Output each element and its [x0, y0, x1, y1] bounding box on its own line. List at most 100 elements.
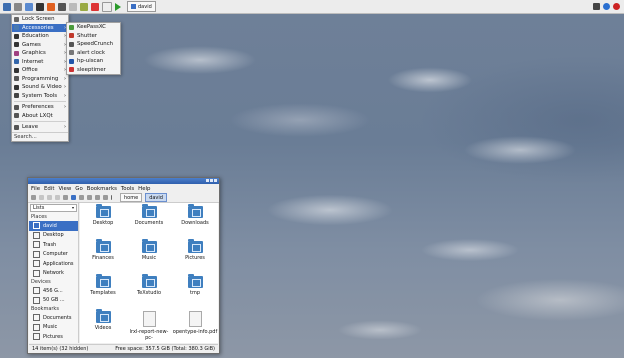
start-menu-item-education[interactable]: Education ›	[12, 32, 68, 41]
maximize-button[interactable]	[210, 179, 213, 182]
folder-emblem	[191, 244, 201, 252]
submenu-item-alert-clock[interactable]: alert clock	[67, 49, 120, 58]
devices-item-50-gb[interactable]: 50 GB ...	[29, 296, 78, 306]
bookmarks-item-documents[interactable]: Documents	[29, 313, 78, 323]
file-item-texstudio[interactable]: TeXstudio	[126, 273, 172, 308]
file-item-music[interactable]: Music	[126, 238, 172, 273]
terminal-icon[interactable]	[36, 2, 44, 11]
power-icon[interactable]	[613, 3, 620, 10]
file-item-opentype-info-pdf[interactable]: opentype-info.pdf	[172, 308, 218, 343]
start-menu-item-preferences[interactable]: Preferences ›	[12, 103, 68, 112]
menu-go[interactable]: Go	[75, 186, 82, 192]
preferences-icon	[14, 104, 19, 110]
side-pane-mode-select[interactable]: Lists ▾	[30, 204, 77, 212]
home-icon[interactable]	[63, 195, 68, 200]
start-menu-item-label: Education	[22, 33, 49, 40]
start-menu-item-internet[interactable]: Internet ›	[12, 58, 68, 67]
app-menu-icon[interactable]	[3, 2, 11, 11]
network-icon[interactable]	[603, 3, 610, 10]
thumbnail-view-icon[interactable]	[79, 195, 84, 200]
menu-bookmarks[interactable]: Bookmarks	[87, 186, 117, 192]
taskbar-window-button[interactable]: david	[127, 1, 156, 12]
start-menu-item-system-tools[interactable]: System Tools ›	[12, 92, 68, 101]
file-item-tmp[interactable]: tmp	[172, 273, 218, 308]
places-item-trash[interactable]: Trash	[29, 240, 78, 250]
side-pane: Lists ▾ Places david Desktop Trash Computer…	[29, 203, 79, 343]
editor-icon[interactable]	[69, 2, 77, 11]
taskbar-window-icon	[131, 4, 136, 9]
breadcrumb-home[interactable]: home	[120, 193, 143, 202]
file-item-videos[interactable]: Videos	[80, 308, 126, 343]
back-icon[interactable]	[39, 195, 44, 200]
forward-icon[interactable]	[47, 195, 52, 200]
places-item-applications[interactable]: Applications	[29, 259, 78, 269]
volume-icon[interactable]	[593, 3, 600, 10]
menu-help[interactable]: Help	[138, 186, 150, 192]
start-menu-item-graphics[interactable]: Graphics ›	[12, 49, 68, 58]
file-item-finances[interactable]: Finances	[80, 238, 126, 273]
side-pane-mode-value: Lists	[33, 205, 45, 211]
firefox-icon[interactable]	[47, 2, 55, 11]
graphics-icon	[14, 50, 19, 56]
bookmarks-item-pictures[interactable]: Pictures	[29, 332, 78, 342]
submenu-item-shutter[interactable]: Shutter	[67, 32, 120, 41]
start-menu-item-label: Games	[22, 41, 41, 48]
file-item-documents[interactable]: Documents	[126, 203, 172, 238]
compact-view-icon[interactable]	[87, 195, 92, 200]
file-grid: Desktop Documents Downloads Finances Music Pi…	[80, 203, 218, 343]
detail-view-icon[interactable]	[95, 195, 100, 200]
submenu-item-keepassxc[interactable]: KeePassXC	[67, 23, 120, 32]
close-button[interactable]	[214, 179, 217, 182]
menu-search-input[interactable]: Search...	[12, 131, 68, 141]
places-item-computer[interactable]: Computer	[29, 250, 78, 260]
start-menu-item-sound-video[interactable]: Sound & Video ›	[12, 83, 68, 92]
start-menu-item-label: Programming	[22, 75, 59, 82]
places-item-david[interactable]: david	[29, 221, 78, 231]
menu-edit[interactable]: Edit	[44, 186, 54, 192]
root-path-icon[interactable]	[111, 195, 117, 200]
draw-icon[interactable]	[80, 2, 88, 11]
submenu-item-speedcrunch[interactable]: SpeedCrunch	[67, 40, 120, 49]
bookmarks-item-music[interactable]: Music	[29, 323, 78, 333]
breadcrumb-david[interactable]: david	[145, 193, 167, 202]
folder-emblem	[99, 279, 109, 287]
start-menu-item-programming[interactable]: Programming ›	[12, 75, 68, 84]
system-tools-icon	[14, 93, 19, 99]
start-menu-item-about-lxqt[interactable]: About LXQt	[12, 112, 68, 121]
minimize-button[interactable]	[206, 179, 209, 182]
start-menu-item-label: Internet	[22, 58, 44, 65]
desktop-icon[interactable]	[14, 2, 22, 11]
doc-icon[interactable]	[91, 2, 99, 11]
start-menu-item-leave[interactable]: Leave ›	[12, 123, 68, 132]
start-menu-item-games[interactable]: Games ›	[12, 41, 68, 50]
file-item-desktop[interactable]: Desktop	[80, 203, 126, 238]
play-icon[interactable]	[115, 2, 121, 11]
menubar: File Edit View Go Bookmarks Tools Help	[28, 184, 219, 193]
menu-file[interactable]: File	[31, 186, 40, 192]
start-menu-item-accessories[interactable]: Accessories ›	[12, 23, 68, 32]
up-icon[interactable]	[55, 195, 60, 200]
places-item-network[interactable]: Network	[29, 269, 78, 279]
menu-tools[interactable]: Tools	[121, 186, 134, 192]
start-menu-item-office[interactable]: Office ›	[12, 66, 68, 75]
file-item-pictures[interactable]: Pictures	[172, 238, 218, 273]
start-menu: Lock Screen Accessories › Education › Games › G…	[11, 14, 69, 142]
456-g-icon	[33, 287, 40, 295]
accessories-icon	[14, 25, 19, 31]
path-toggle-icon[interactable]	[103, 195, 108, 200]
new-tab-icon[interactable]	[31, 195, 36, 200]
file-item-templates[interactable]: Templates	[80, 273, 126, 308]
file-item-downloads[interactable]: Downloads	[172, 203, 218, 238]
sound-video-icon	[14, 84, 19, 90]
file-item-lrxl-report-new-pc[interactable]: lrxl-report-new-pc-	[126, 308, 172, 343]
page-icon[interactable]	[102, 1, 112, 12]
start-menu-item-lock-screen[interactable]: Lock Screen	[12, 15, 68, 24]
devices-item-456-g[interactable]: 456 G...	[29, 286, 78, 296]
icon-view-icon[interactable]	[71, 195, 76, 200]
mail-icon[interactable]	[58, 2, 66, 11]
menu-view[interactable]: View	[58, 186, 71, 192]
file-manager-icon[interactable]	[25, 2, 33, 11]
submenu-item-sleeptimer[interactable]: sleeptimer	[67, 66, 120, 75]
submenu-item-hp-uiscan[interactable]: hp-uiscan	[67, 57, 120, 66]
places-item-desktop[interactable]: Desktop	[29, 231, 78, 241]
